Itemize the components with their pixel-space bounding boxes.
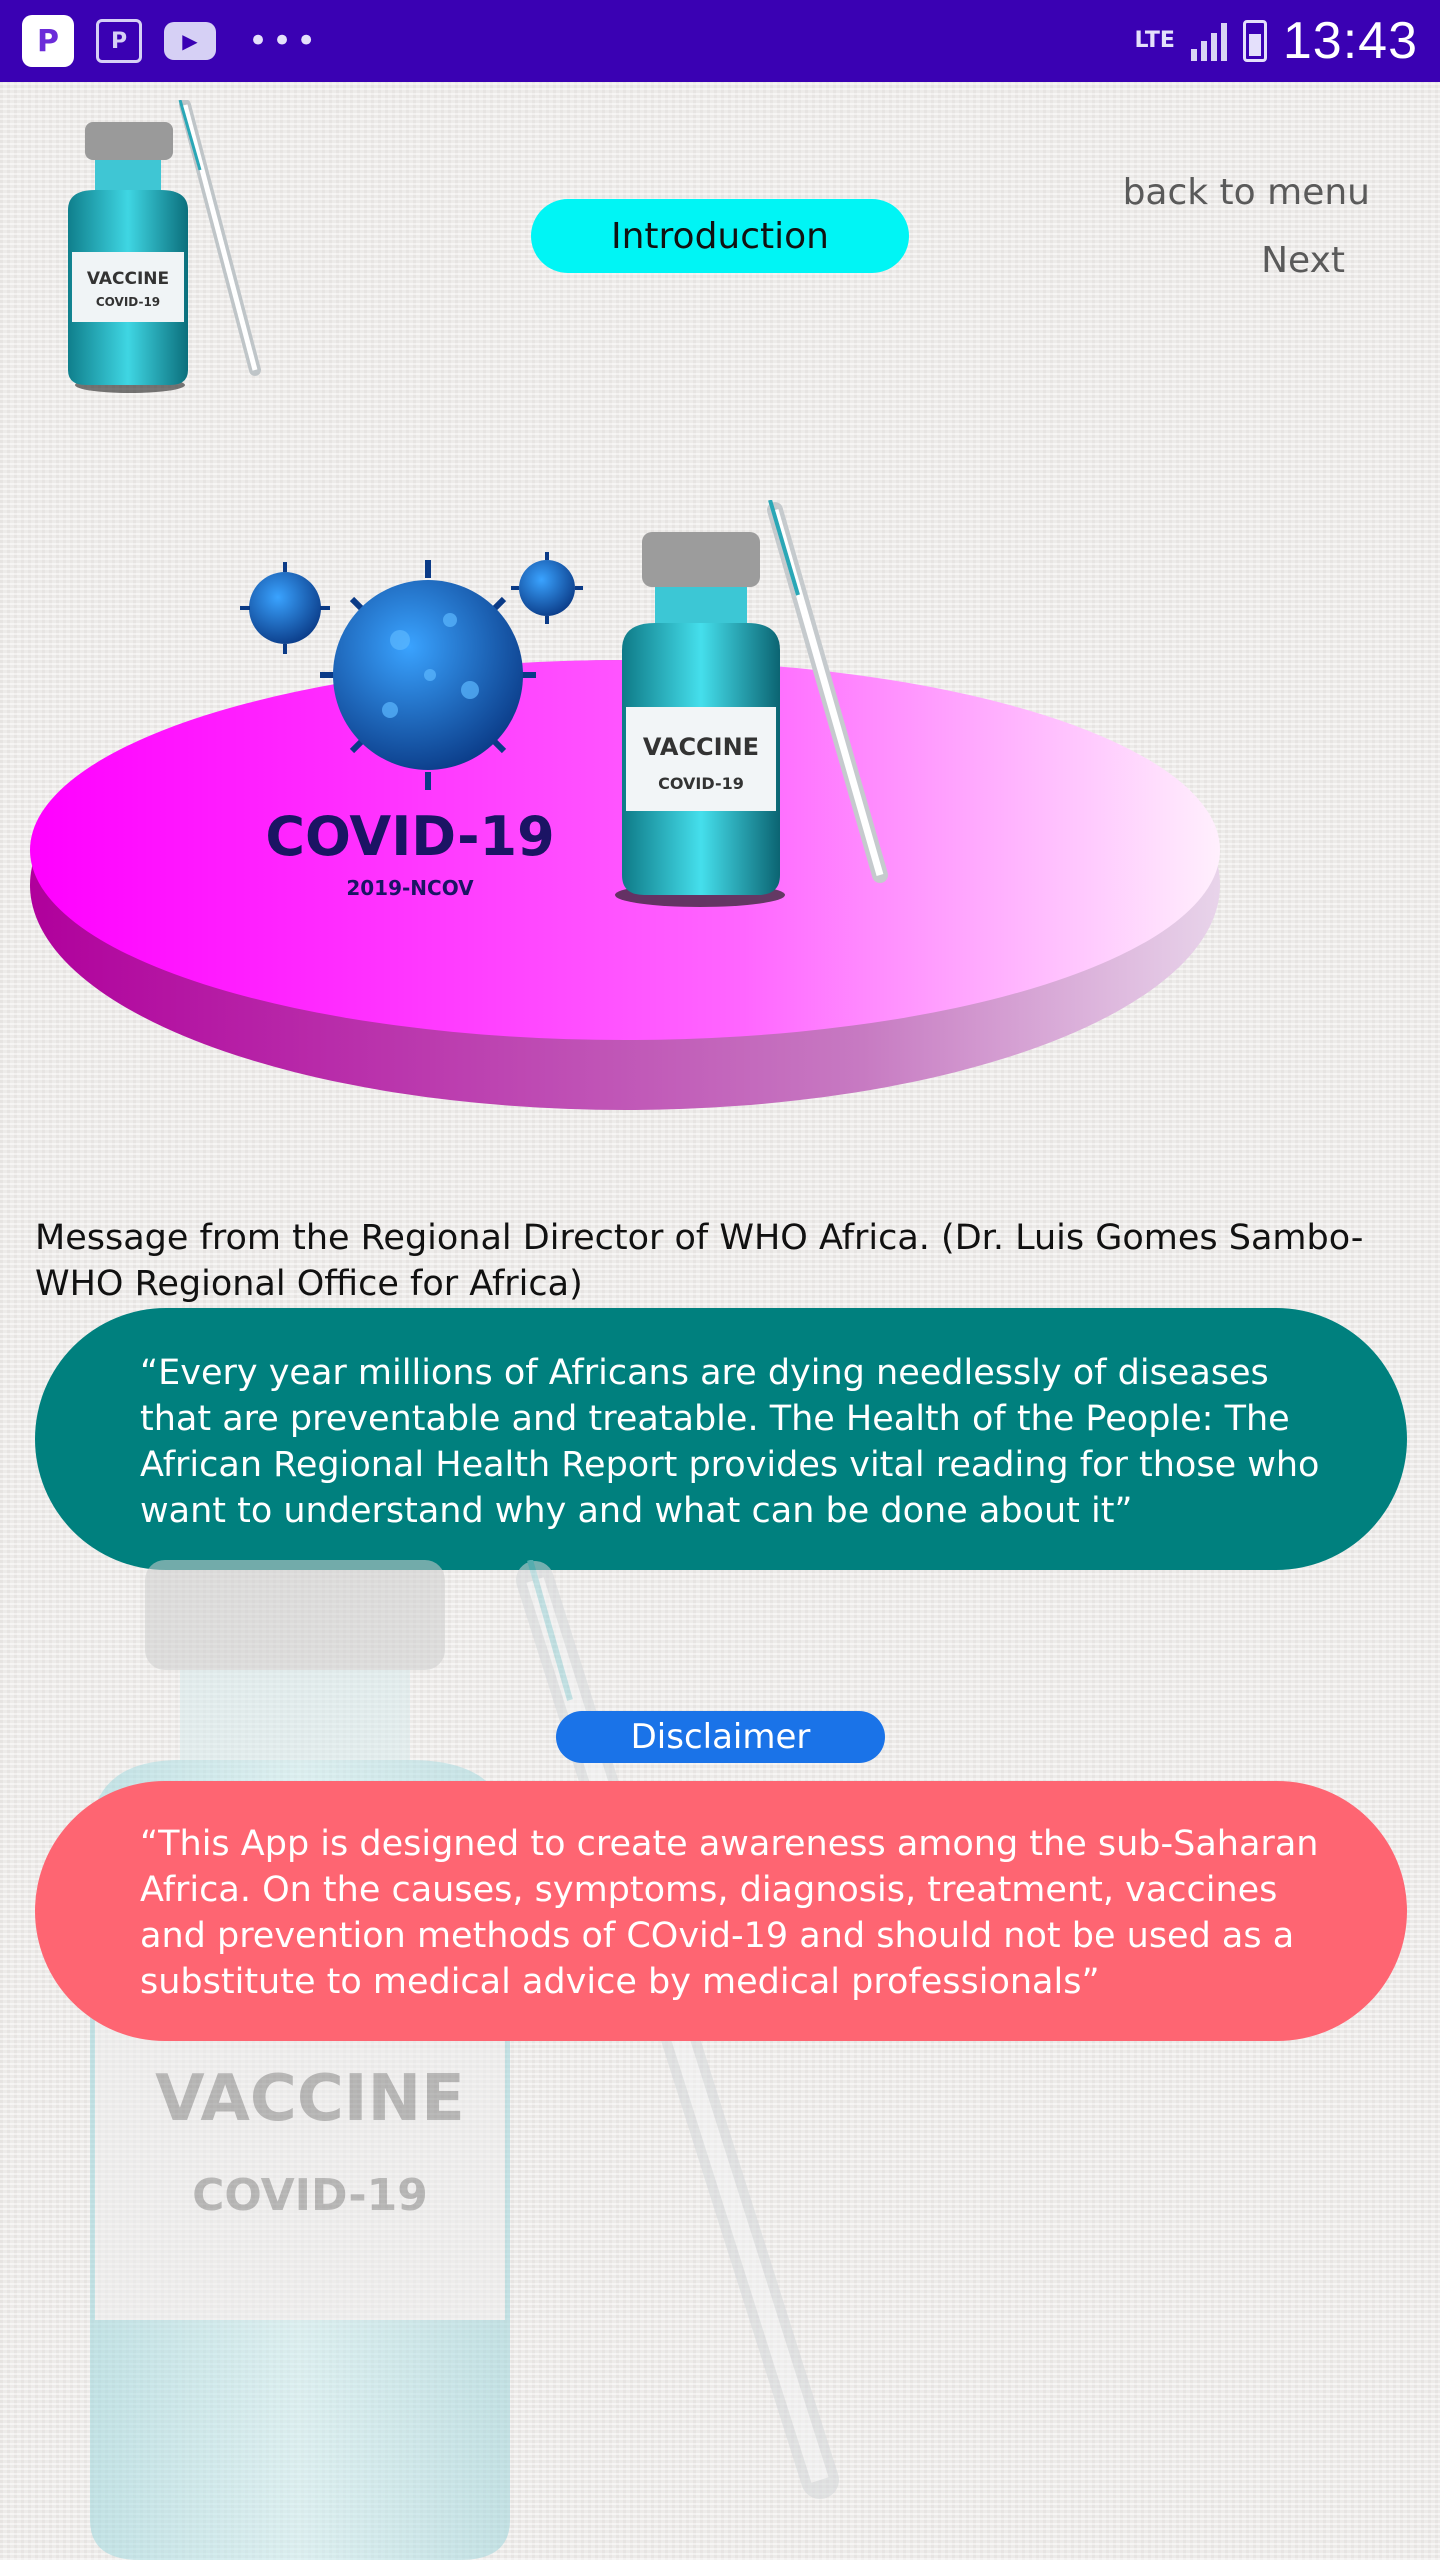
svg-text:COVID-19: COVID-19	[192, 2170, 428, 2221]
clock: 13:43	[1282, 12, 1418, 70]
disclaimer-button[interactable]: Disclaimer	[556, 1711, 885, 1763]
covid-vaccine-hero-image: COVID-19 2019-NCOV VACCINE COVID-19	[30, 500, 1220, 1110]
svg-text:VACCINE: VACCINE	[155, 2062, 465, 2136]
vaccine-background-image: VACCINE COVID-19	[90, 1560, 839, 2560]
svg-text:VACCINE: VACCINE	[87, 269, 169, 289]
status-bar: P P ▶ ••• LTE 13:43	[0, 0, 1440, 82]
svg-text:COVID-19: COVID-19	[96, 295, 160, 309]
network-type: LTE	[1134, 28, 1175, 53]
more-notifications-icon: •••	[248, 21, 321, 61]
vaccine-vial-image: VACCINE COVID-19	[68, 100, 261, 393]
signal-icon	[1190, 21, 1227, 61]
youtube-icon: ▶	[164, 22, 216, 60]
battery-icon	[1242, 20, 1267, 62]
introduction-button[interactable]: Introduction	[531, 199, 909, 273]
next-link[interactable]: Next	[1261, 240, 1345, 281]
who-quote-box: “Every year millions of Africans are dyi…	[35, 1308, 1407, 1570]
svg-text:COVID-19: COVID-19	[265, 805, 554, 868]
svg-text:COVID-19: COVID-19	[658, 774, 744, 793]
back-to-menu-link[interactable]: back to menu	[1123, 172, 1370, 213]
message-heading: Message from the Regional Director of WH…	[35, 1218, 1364, 1304]
pdf-app-icon: P	[96, 19, 142, 63]
disclaimer-text: “This App is designed to create awarenes…	[140, 1824, 1319, 2002]
disclaimer-box: “This App is designed to create awarenes…	[35, 1781, 1407, 2041]
svg-text:2019-NCOV: 2019-NCOV	[346, 876, 474, 900]
who-quote-text: “Every year millions of Africans are dyi…	[140, 1353, 1320, 1531]
svg-text:VACCINE: VACCINE	[643, 733, 759, 761]
app-p-icon: P	[22, 15, 74, 67]
